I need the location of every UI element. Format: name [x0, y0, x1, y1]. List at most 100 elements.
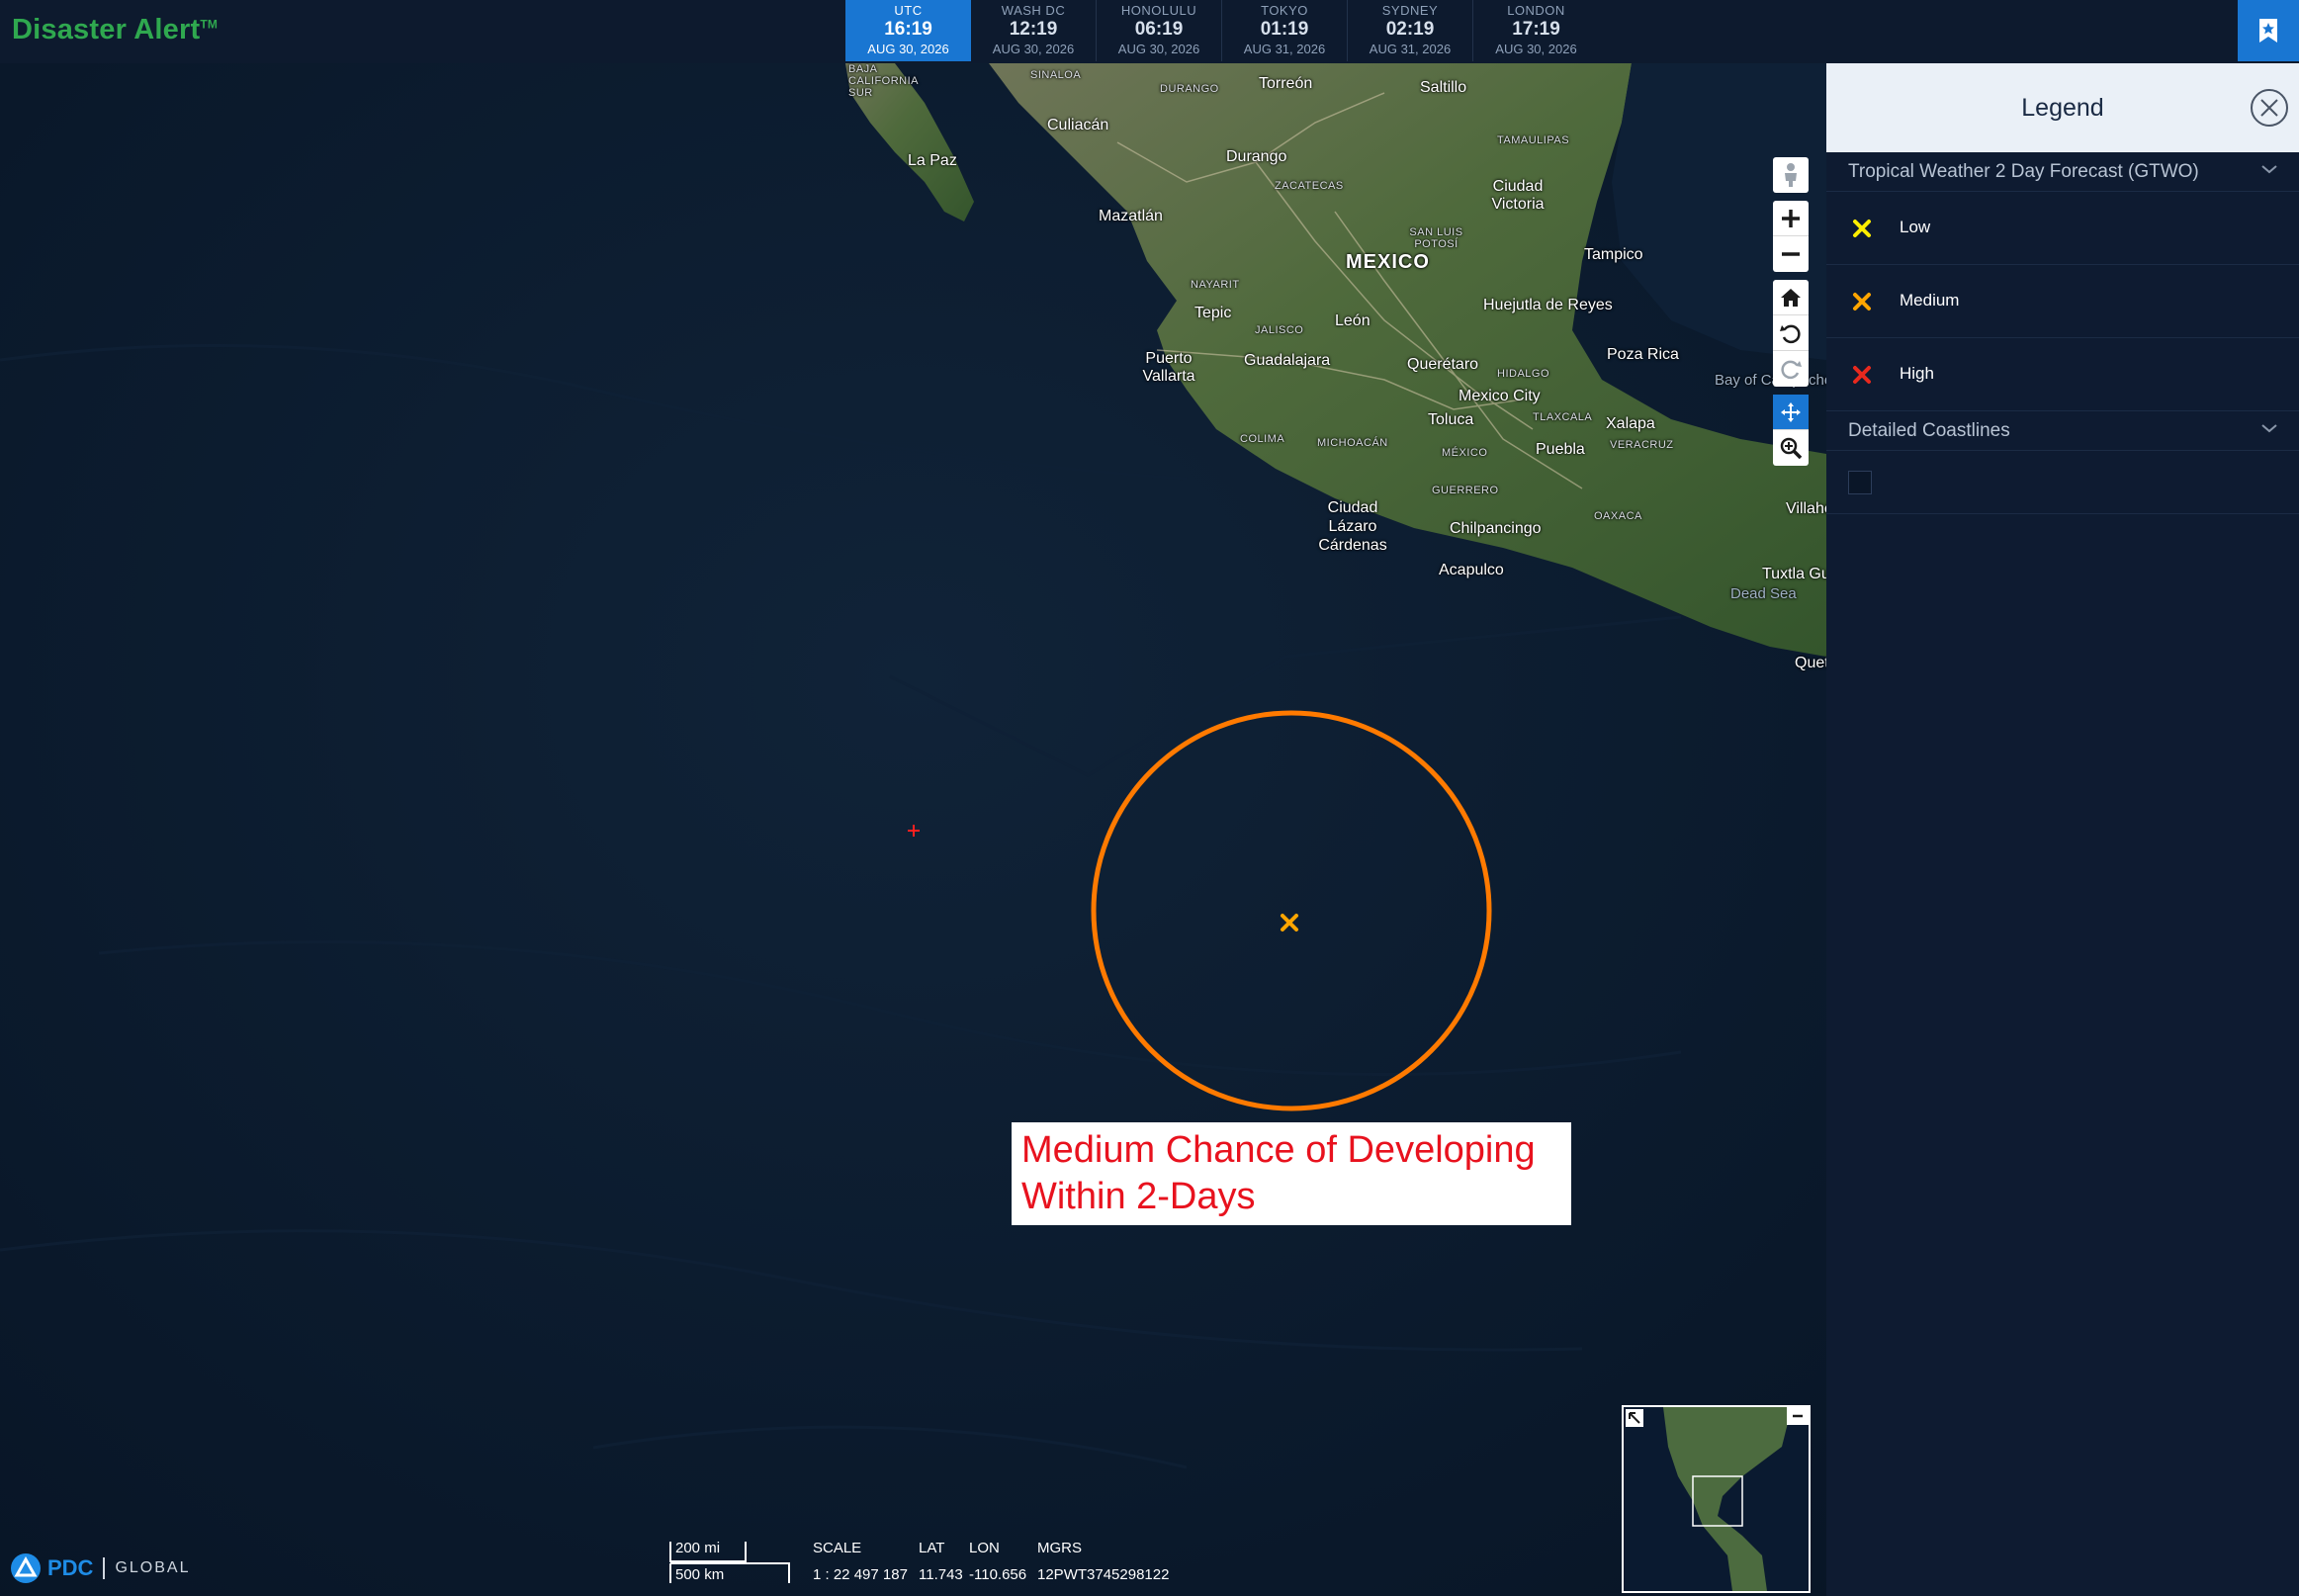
disaster-alert-app: { "app": { "title": "Disaster Alert", "t…	[0, 0, 2299, 1596]
map-label-huejutla: Huejutla de Reyes	[1483, 297, 1613, 313]
map-label-acapulco: Acapulco	[1439, 562, 1504, 578]
map-label-xalapa: Xalapa	[1606, 415, 1655, 432]
lon-readout: LON -110.656	[969, 1540, 1026, 1583]
medium-marker-icon	[1853, 293, 1871, 310]
map-label-mexico: MEXICO	[1346, 251, 1430, 273]
expand-arrow-icon	[1629, 1412, 1640, 1424]
map-label-zacatecas: ZACATECAS	[1275, 180, 1344, 192]
app-title: Disaster AlertTM	[12, 14, 219, 45]
map-label-tlaxcala: TLAXCALA	[1533, 411, 1593, 423]
clock-washdc[interactable]: WASH DC 12:19 AUG 30, 2026	[971, 0, 1097, 61]
chevron-down-icon	[2261, 165, 2277, 174]
street-view-button[interactable]	[1773, 157, 1809, 193]
home-button[interactable]	[1773, 280, 1809, 315]
zoom-in-icon	[1782, 209, 1800, 227]
clock-date: AUG 30, 2026	[992, 42, 1075, 56]
clock-date: AUG 30, 2026	[867, 42, 949, 56]
rotate-left-button[interactable]	[1773, 315, 1809, 351]
mgrs-value: 12PWT3745298122	[1037, 1566, 1170, 1583]
forecast-info-line1: Medium Chance of Developing	[1021, 1129, 1536, 1171]
map-label-poza-rica: Poza Rica	[1607, 346, 1679, 363]
pdc-branding[interactable]: PDC GLOBAL	[10, 1552, 190, 1584]
rotate-right-button[interactable]	[1773, 351, 1809, 387]
map-label-puerto-vallarta: Puerto Vallarta	[1142, 350, 1195, 385]
clock-time: 06:19	[1134, 19, 1184, 40]
zoom-box-button[interactable]	[1773, 430, 1809, 466]
clock-sydney[interactable]: SYDNEY 02:19 AUG 31, 2026	[1348, 0, 1473, 61]
map-label-villahermosa: Villahermosa	[1786, 500, 1826, 517]
lat-readout: LAT 11.743	[919, 1540, 963, 1583]
pdc-logo-icon	[11, 1553, 41, 1583]
legend-section-gtwo[interactable]: Tropical Weather 2 Day Forecast (GTWO)	[1826, 152, 2299, 192]
clock-city: SYDNEY	[1381, 3, 1439, 18]
map-label-durango: Durango	[1226, 148, 1287, 165]
pan-icon	[1781, 401, 1801, 422]
clock-city: UTC	[894, 3, 923, 18]
map-label-leon: León	[1335, 312, 1371, 329]
bookmark-button[interactable]	[2238, 0, 2299, 61]
map-label-queretaro: Querétaro	[1407, 356, 1479, 373]
map-label-saltillo: Saltillo	[1420, 79, 1467, 96]
map-label-durango-state: DURANGO	[1160, 83, 1219, 95]
clock-utc[interactable]: UTC 16:19 AUG 30, 2026	[845, 0, 971, 61]
legend-item-label: Low	[1900, 218, 1931, 236]
map-label-puebla: Puebla	[1536, 441, 1585, 458]
map-label-hidalgo: HIDALGO	[1497, 368, 1550, 380]
map-label-san-luis: SAN LUIS POTOSÍ	[1409, 226, 1463, 250]
minimap-collapse-button[interactable]	[1787, 1407, 1809, 1425]
clock-date: AUG 30, 2026	[1117, 42, 1200, 56]
pdc-name: PDC	[47, 1555, 94, 1580]
map-label-tamaulipas: TAMAULIPAS	[1497, 134, 1570, 146]
map-label-ciudad-victoria: Ciudad Victoria	[1491, 178, 1545, 213]
clock-city: WASH DC	[1001, 3, 1066, 18]
map-label-tampico: Tampico	[1584, 246, 1643, 263]
coastlines-row	[1826, 451, 2299, 514]
map-label-bay-of-campeche: Bay of Campeche	[1715, 372, 1826, 389]
clock-time: 12:19	[1009, 19, 1058, 40]
clock-city: TOKYO	[1261, 3, 1308, 18]
map-view[interactable]: BAJA CALIFORNIA SUR La Paz SINALOA DURAN…	[0, 63, 1826, 1596]
map-label-mexico-city: Mexico City	[1459, 388, 1541, 404]
clock-date: AUG 31, 2026	[1369, 42, 1452, 56]
forecast-info-label: Medium Chance of Developing Within 2-Day…	[1012, 1122, 1571, 1225]
overview-minimap[interactable]	[1622, 1405, 1811, 1593]
clock-london[interactable]: LONDON 17:19 AUG 30, 2026	[1473, 0, 1599, 61]
map-label-guadalajara: Guadalajara	[1244, 352, 1331, 369]
legend-section-title: Tropical Weather 2 Day Forecast (GTWO)	[1848, 161, 2199, 182]
map-label-jalisco: JALISCO	[1255, 324, 1304, 336]
legend-item-label: Medium	[1900, 291, 1960, 310]
map-label-culiacan: Culiacán	[1047, 117, 1109, 133]
map-toolbar	[1773, 157, 1809, 474]
zoom-in-button[interactable]	[1773, 201, 1809, 236]
map-basemap	[0, 63, 1826, 1596]
clock-city: HONOLULU	[1120, 3, 1197, 18]
map-label-lazaro-cardenas: Ciudad Lázaro Cárdenas	[1318, 499, 1387, 554]
coastlines-checkbox[interactable]	[1848, 471, 1872, 494]
legend-item-high: High	[1826, 338, 2299, 411]
legend-item-low: Low	[1826, 192, 2299, 265]
scale-bar-km: 500 km	[675, 1566, 725, 1583]
legend-item-medium: Medium	[1826, 265, 2299, 338]
chevron-down-icon	[2261, 424, 2277, 433]
map-label-quetzaltenango: Quetzaltenango	[1795, 655, 1826, 671]
map-label-mazatlan: Mazatlán	[1099, 208, 1163, 224]
legend-item-label: High	[1900, 364, 1934, 383]
zoom-box-icon	[1780, 437, 1803, 460]
close-icon[interactable]	[2250, 88, 2289, 128]
map-label-baja: BAJA CALIFORNIA SUR	[848, 63, 919, 99]
map-label-veracruz: VERACRUZ	[1610, 439, 1674, 451]
zoom-out-icon	[1782, 252, 1800, 256]
top-bar: Disaster AlertTM UTC 16:19 AUG 30, 2026 …	[0, 0, 2299, 63]
minus-icon	[1793, 1414, 1803, 1418]
world-clocks: UTC 16:19 AUG 30, 2026 WASH DC 12:19 AUG…	[845, 0, 1599, 61]
person-icon	[1785, 163, 1797, 187]
clock-tokyo[interactable]: TOKYO 01:19 AUG 31, 2026	[1222, 0, 1348, 61]
map-label-oaxaca: OAXACA	[1594, 510, 1642, 522]
zoom-out-button[interactable]	[1773, 236, 1809, 272]
map-label-chilpancingo: Chilpancingo	[1450, 520, 1542, 537]
lon-value: -110.656	[969, 1566, 1027, 1583]
minimap-expand-button[interactable]	[1626, 1409, 1643, 1427]
pan-button[interactable]	[1773, 395, 1809, 430]
legend-section-coastlines[interactable]: Detailed Coastlines	[1826, 411, 2299, 451]
clock-honolulu[interactable]: HONOLULU 06:19 AUG 30, 2026	[1097, 0, 1222, 61]
